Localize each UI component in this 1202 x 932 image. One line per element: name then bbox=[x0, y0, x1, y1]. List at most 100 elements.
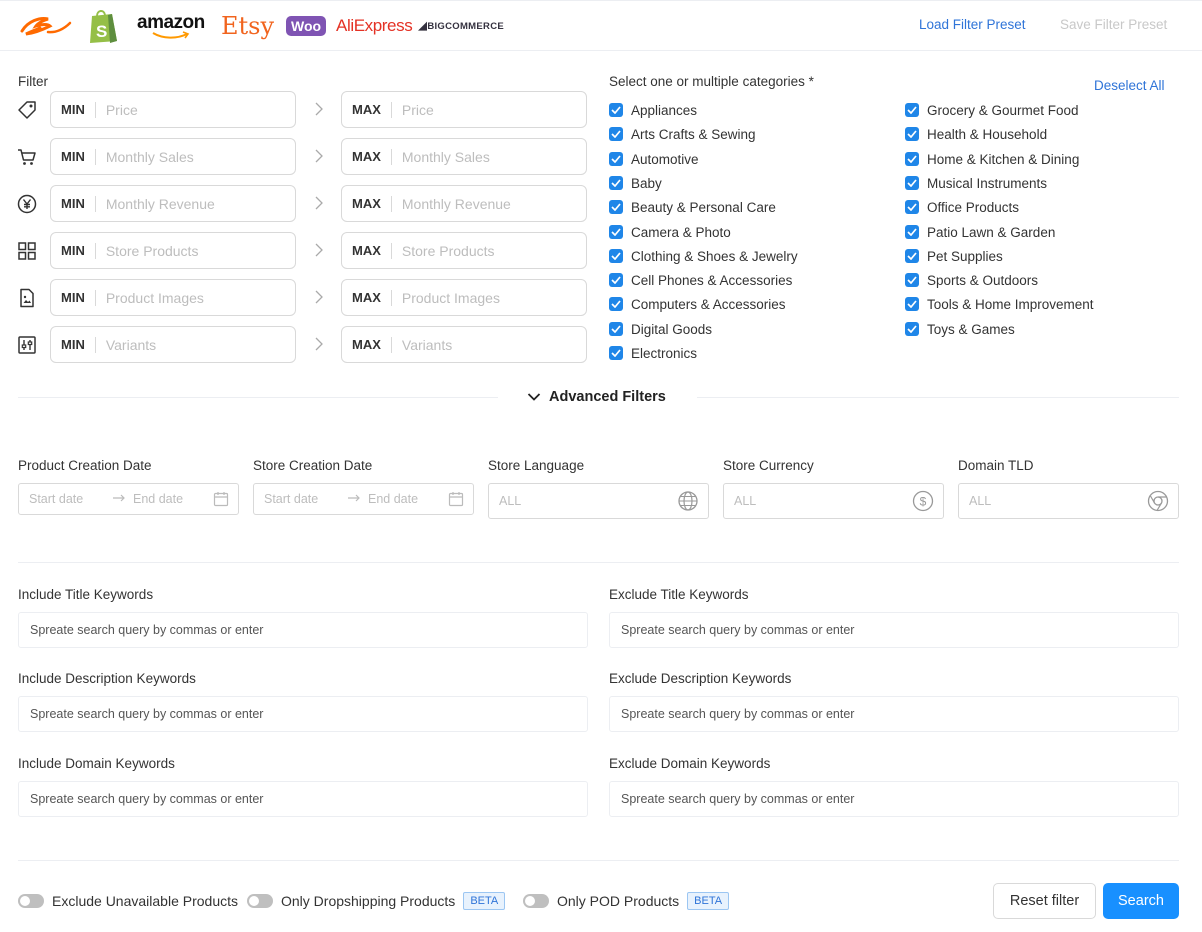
checkbox-checked-icon[interactable] bbox=[609, 273, 623, 287]
include-domain-keywords-input[interactable] bbox=[19, 782, 587, 816]
exclude-title-keywords-input[interactable] bbox=[610, 613, 1178, 647]
product-creation-date-picker[interactable]: Start date End date bbox=[18, 483, 239, 515]
load-filter-preset-link[interactable]: Load Filter Preset bbox=[919, 17, 1026, 32]
exclude-description-keywords-field[interactable] bbox=[609, 696, 1179, 732]
category-checkbox[interactable]: Grocery & Gourmet Food bbox=[905, 101, 1079, 119]
reset-filter-button[interactable]: Reset filter bbox=[993, 883, 1096, 919]
category-checkbox[interactable]: Office Products bbox=[905, 198, 1019, 216]
bigcommerce-logo[interactable]: BIGCOMMERCE bbox=[418, 7, 504, 45]
category-checkbox[interactable]: Baby bbox=[609, 174, 662, 192]
checkbox-checked-icon[interactable] bbox=[905, 273, 919, 287]
checkbox-checked-icon[interactable] bbox=[609, 200, 623, 214]
min-input[interactable] bbox=[95, 148, 276, 165]
category-checkbox[interactable]: Cell Phones & Accessories bbox=[609, 271, 792, 289]
exclude-unavailable-switch[interactable] bbox=[18, 894, 44, 908]
category-checkbox[interactable]: Arts Crafts & Sewing bbox=[609, 125, 756, 143]
category-checkbox[interactable]: Pet Supplies bbox=[905, 247, 1003, 265]
max-filter-field[interactable]: MAX bbox=[341, 91, 587, 128]
max-filter-field[interactable]: MAX bbox=[341, 279, 587, 316]
woocommerce-logo[interactable]: Woo bbox=[286, 7, 327, 45]
min-input[interactable] bbox=[95, 289, 276, 306]
chevron-down-icon bbox=[527, 393, 541, 401]
max-input[interactable] bbox=[391, 242, 572, 259]
include-domain-keywords-field[interactable] bbox=[18, 781, 588, 817]
checkbox-checked-icon[interactable] bbox=[609, 103, 623, 117]
save-filter-preset-link[interactable]: Save Filter Preset bbox=[1060, 17, 1167, 32]
exclude-description-keywords-input[interactable] bbox=[610, 697, 1178, 731]
advanced-filters-toggle[interactable]: Advanced Filters bbox=[527, 389, 666, 405]
max-input[interactable] bbox=[391, 195, 572, 212]
exclude-domain-keywords-input[interactable] bbox=[610, 782, 1178, 816]
max-input[interactable] bbox=[391, 336, 572, 353]
category-checkbox[interactable]: Camera & Photo bbox=[609, 223, 731, 241]
checkbox-checked-icon[interactable] bbox=[905, 249, 919, 263]
max-input[interactable] bbox=[391, 289, 572, 306]
min-input[interactable] bbox=[95, 242, 276, 259]
only-pod-switch[interactable] bbox=[523, 894, 549, 908]
aliexpress-logo[interactable]: AliExpress bbox=[336, 7, 413, 45]
max-filter-field[interactable]: MAX bbox=[341, 326, 587, 363]
checkbox-checked-icon[interactable] bbox=[609, 176, 623, 190]
include-description-keywords-field[interactable] bbox=[18, 696, 588, 732]
amazon-logo[interactable]: amazon bbox=[137, 7, 207, 45]
deselect-all-link[interactable]: Deselect All bbox=[1094, 78, 1165, 93]
max-filter-field[interactable]: MAX bbox=[341, 138, 587, 175]
min-filter-field[interactable]: MIN bbox=[50, 232, 296, 269]
min-input[interactable] bbox=[95, 336, 276, 353]
category-checkbox[interactable]: Appliances bbox=[609, 101, 697, 119]
checkbox-checked-icon[interactable] bbox=[609, 127, 623, 141]
checkbox-checked-icon[interactable] bbox=[905, 322, 919, 336]
shopify-logo[interactable]: S bbox=[86, 7, 122, 45]
checkbox-checked-icon[interactable] bbox=[609, 225, 623, 239]
category-checkbox[interactable]: Automotive bbox=[609, 150, 699, 168]
min-input[interactable] bbox=[95, 195, 276, 212]
checkbox-checked-icon[interactable] bbox=[905, 176, 919, 190]
category-checkbox[interactable]: Tools & Home Improvement bbox=[905, 295, 1094, 313]
exclude-title-keywords-field[interactable] bbox=[609, 612, 1179, 648]
category-checkbox[interactable]: Clothing & Shoes & Jewelry bbox=[609, 247, 798, 265]
checkbox-checked-icon[interactable] bbox=[609, 346, 623, 360]
min-filter-field[interactable]: MIN bbox=[50, 138, 296, 175]
min-filter-field[interactable]: MIN bbox=[50, 185, 296, 222]
min-input[interactable] bbox=[95, 101, 276, 118]
max-input[interactable] bbox=[391, 101, 572, 118]
category-checkbox[interactable]: Computers & Accessories bbox=[609, 295, 786, 313]
max-filter-field[interactable]: MAX bbox=[341, 185, 587, 222]
checkbox-checked-icon[interactable] bbox=[905, 297, 919, 311]
checkbox-checked-icon[interactable] bbox=[609, 297, 623, 311]
category-checkbox[interactable]: Beauty & Personal Care bbox=[609, 198, 776, 216]
alibaba-logo[interactable] bbox=[18, 7, 72, 45]
checkbox-checked-icon[interactable] bbox=[905, 152, 919, 166]
store-currency-select[interactable]: ALL $ bbox=[723, 483, 944, 519]
include-title-keywords-field[interactable] bbox=[18, 612, 588, 648]
include-description-keywords-input[interactable] bbox=[19, 697, 587, 731]
checkbox-checked-icon[interactable] bbox=[609, 249, 623, 263]
category-checkbox[interactable]: Sports & Outdoors bbox=[905, 271, 1038, 289]
category-checkbox[interactable]: Patio Lawn & Garden bbox=[905, 223, 1055, 241]
min-filter-field[interactable]: MIN bbox=[50, 326, 296, 363]
category-checkbox[interactable]: Digital Goods bbox=[609, 320, 712, 338]
category-checkbox[interactable]: Home & Kitchen & Dining bbox=[905, 150, 1079, 168]
domain-tld-select[interactable]: ALL bbox=[958, 483, 1179, 519]
exclude-domain-keywords-field[interactable] bbox=[609, 781, 1179, 817]
category-checkbox[interactable]: Musical Instruments bbox=[905, 174, 1047, 192]
include-title-keywords-input[interactable] bbox=[19, 613, 587, 647]
category-checkbox[interactable]: Health & Household bbox=[905, 125, 1047, 143]
checkbox-checked-icon[interactable] bbox=[905, 103, 919, 117]
search-button[interactable]: Search bbox=[1103, 883, 1179, 919]
checkbox-checked-icon[interactable] bbox=[905, 225, 919, 239]
checkbox-checked-icon[interactable] bbox=[609, 152, 623, 166]
checkbox-checked-icon[interactable] bbox=[609, 322, 623, 336]
category-checkbox[interactable]: Toys & Games bbox=[905, 320, 1015, 338]
max-input[interactable] bbox=[391, 148, 572, 165]
checkbox-checked-icon[interactable] bbox=[905, 127, 919, 141]
category-checkbox[interactable]: Electronics bbox=[609, 344, 697, 362]
min-filter-field[interactable]: MIN bbox=[50, 91, 296, 128]
etsy-logo[interactable]: Etsy bbox=[221, 7, 274, 45]
store-language-select[interactable]: ALL bbox=[488, 483, 709, 519]
store-creation-date-picker[interactable]: Start date End date bbox=[253, 483, 474, 515]
max-filter-field[interactable]: MAX bbox=[341, 232, 587, 269]
min-filter-field[interactable]: MIN bbox=[50, 279, 296, 316]
only-dropshipping-switch[interactable] bbox=[247, 894, 273, 908]
checkbox-checked-icon[interactable] bbox=[905, 200, 919, 214]
